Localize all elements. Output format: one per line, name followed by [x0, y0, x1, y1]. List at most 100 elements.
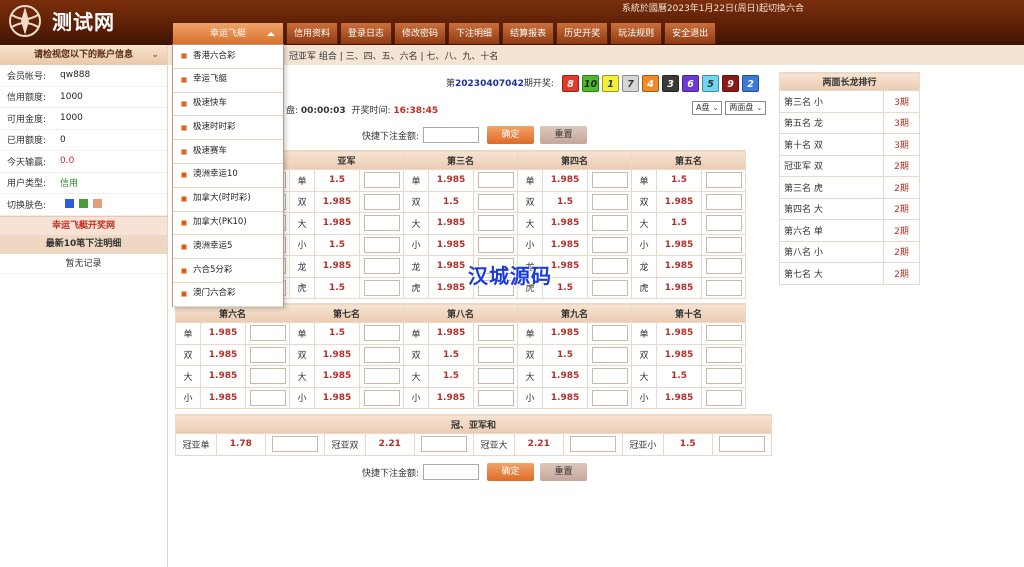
bet-amount-input[interactable]	[363, 258, 400, 275]
bet-amount-input[interactable]	[477, 236, 514, 253]
dropdown-item-label: 澳洲幸运5	[193, 240, 233, 251]
dropdown-item[interactable]: 香港六合彩	[173, 45, 283, 69]
bet-amount-input[interactable]	[249, 368, 286, 385]
reset-button[interactable]: 重置	[540, 126, 588, 144]
sub-nav-links[interactable]: 冠亚军 组合 | 三、四、五、六名 | 七、八、九、十名	[289, 49, 498, 62]
bet-amount-input[interactable]	[477, 193, 514, 210]
bet-amount-input[interactable]	[363, 368, 400, 385]
bet-amount-input[interactable]	[591, 368, 628, 385]
confirm-button[interactable]: 确定	[487, 126, 535, 144]
lottery-results-link[interactable]: 幸运飞艇开奖网	[0, 215, 167, 235]
bet-amount-input[interactable]	[477, 172, 514, 189]
dropdown-item[interactable]: 极速快车	[173, 93, 283, 117]
bet-amount-input[interactable]	[705, 279, 742, 296]
skin-swatch[interactable]	[65, 199, 74, 209]
bet-amount-input[interactable]	[705, 325, 742, 342]
bet-amount-cell	[587, 190, 632, 213]
reset-button[interactable]: 重置	[540, 463, 588, 481]
bet-amount-input[interactable]	[363, 215, 400, 232]
odds-value: 1.985	[200, 343, 246, 366]
nav-item[interactable]: 历史开奖	[556, 22, 609, 44]
bet-amount-input[interactable]	[363, 279, 400, 296]
bet-amount-input[interactable]	[271, 436, 318, 453]
dropdown-item[interactable]: 澳洲幸运10	[173, 164, 283, 188]
nav-item[interactable]: 结算报表	[502, 22, 555, 44]
nav-item[interactable]: 登录日志	[340, 22, 393, 44]
bet-amount-input[interactable]	[591, 236, 628, 253]
bet-amount-input[interactable]	[591, 172, 628, 189]
draw-period: 20230407042	[455, 79, 524, 89]
odds-value: 1.985	[314, 212, 360, 235]
bet-type-select[interactable]: 两面盘 ⌄	[725, 101, 767, 115]
bet-amount-cell	[359, 255, 404, 278]
nav-item[interactable]: 幸运飞艇	[172, 22, 284, 44]
confirm-button[interactable]: 确定	[487, 463, 535, 481]
dropdown-item[interactable]: 幸运飞艇	[173, 69, 283, 93]
bet-amount-input[interactable]	[363, 236, 400, 253]
bet-amount-input[interactable]	[363, 346, 400, 363]
ranking-header: 两面长龙排行	[779, 72, 920, 91]
dropdown-item[interactable]: 澳门六合彩	[173, 283, 283, 307]
bet-amount-input[interactable]	[591, 193, 628, 210]
bullet-icon	[181, 53, 187, 60]
bet-amount-input[interactable]	[705, 346, 742, 363]
dropdown-item[interactable]: 澳洲幸运5	[173, 235, 283, 260]
nav-item[interactable]: 信用资料	[286, 22, 339, 44]
quick-bet-top: 快捷下注金额: 确定 重置	[362, 126, 588, 144]
bet-amount-input[interactable]	[591, 389, 628, 406]
bet-amount-input[interactable]	[718, 436, 765, 453]
bet-amount-input[interactable]	[363, 325, 400, 342]
bet-amount-input[interactable]	[591, 258, 628, 275]
bet-amount-input[interactable]	[705, 215, 742, 232]
bet-amount-input[interactable]	[591, 215, 628, 232]
bet-amount-cell	[587, 276, 632, 299]
bet-amount-input[interactable]	[569, 436, 616, 453]
account-panel-header[interactable]: 请检视您以下的账户信息 ⌄	[0, 45, 167, 65]
bet-amount-input[interactable]	[591, 346, 628, 363]
bet-amount-input[interactable]	[477, 325, 514, 342]
nav-item[interactable]: 玩法规则	[610, 22, 663, 44]
bet-amount-input[interactable]	[591, 325, 628, 342]
bet-amount-input[interactable]	[477, 389, 514, 406]
bet-amount-input[interactable]	[477, 346, 514, 363]
bet-amount-input[interactable]	[363, 389, 400, 406]
bet-amount-input[interactable]	[363, 172, 400, 189]
dropdown-item[interactable]: 加拿大(时时彩)	[173, 188, 283, 212]
dropdown-item[interactable]: 加拿大(PK10)	[173, 212, 283, 236]
bet-amount-input[interactable]	[705, 172, 742, 189]
bet-amount-input[interactable]	[249, 346, 286, 363]
bet-amount-input[interactable]	[705, 193, 742, 210]
bet-amount-input[interactable]	[249, 325, 286, 342]
bet-amount-input[interactable]	[705, 258, 742, 275]
ranking-periods: 3期	[883, 90, 920, 113]
bet-amount-input[interactable]	[249, 389, 286, 406]
bet-amount-input[interactable]	[363, 193, 400, 210]
plate-select[interactable]: A盘 ⌄	[692, 101, 723, 115]
quick-bet-input[interactable]	[423, 464, 480, 480]
quick-bet-input[interactable]	[423, 127, 480, 143]
result-ball: 1	[602, 75, 619, 92]
result-ball: 6	[682, 75, 699, 92]
nav-item[interactable]: 安全退出	[664, 22, 717, 44]
nav-item[interactable]: 修改密码	[394, 22, 447, 44]
bet-amount-input[interactable]	[705, 368, 742, 385]
bet-amount-input[interactable]	[705, 236, 742, 253]
bet-amount-cell	[587, 386, 632, 409]
bet-amount-input[interactable]	[477, 215, 514, 232]
bet-amount-input[interactable]	[420, 436, 467, 453]
bet-amount-input[interactable]	[591, 279, 628, 296]
bet-amount-cell	[245, 365, 290, 388]
skin-swatch[interactable]	[79, 199, 88, 209]
account-panel-title: 请检视您以下的账户信息	[33, 50, 133, 60]
dropdown-item[interactable]: 六合5分彩	[173, 259, 283, 283]
dropdown-item[interactable]: 极速时时彩	[173, 116, 283, 141]
ranking-periods: 3期	[883, 133, 920, 156]
bet-amount-input[interactable]	[477, 368, 514, 385]
dropdown-item[interactable]: 极速赛车	[173, 140, 283, 164]
bet-amount-input[interactable]	[705, 389, 742, 406]
chevron-down-icon[interactable]: ⌄	[151, 45, 159, 65]
skin-swatch[interactable]	[93, 199, 102, 209]
ranking-name: 第八名 小	[779, 240, 884, 263]
bet-option-label: 单	[517, 322, 543, 345]
nav-item[interactable]: 下注明细	[448, 22, 501, 44]
